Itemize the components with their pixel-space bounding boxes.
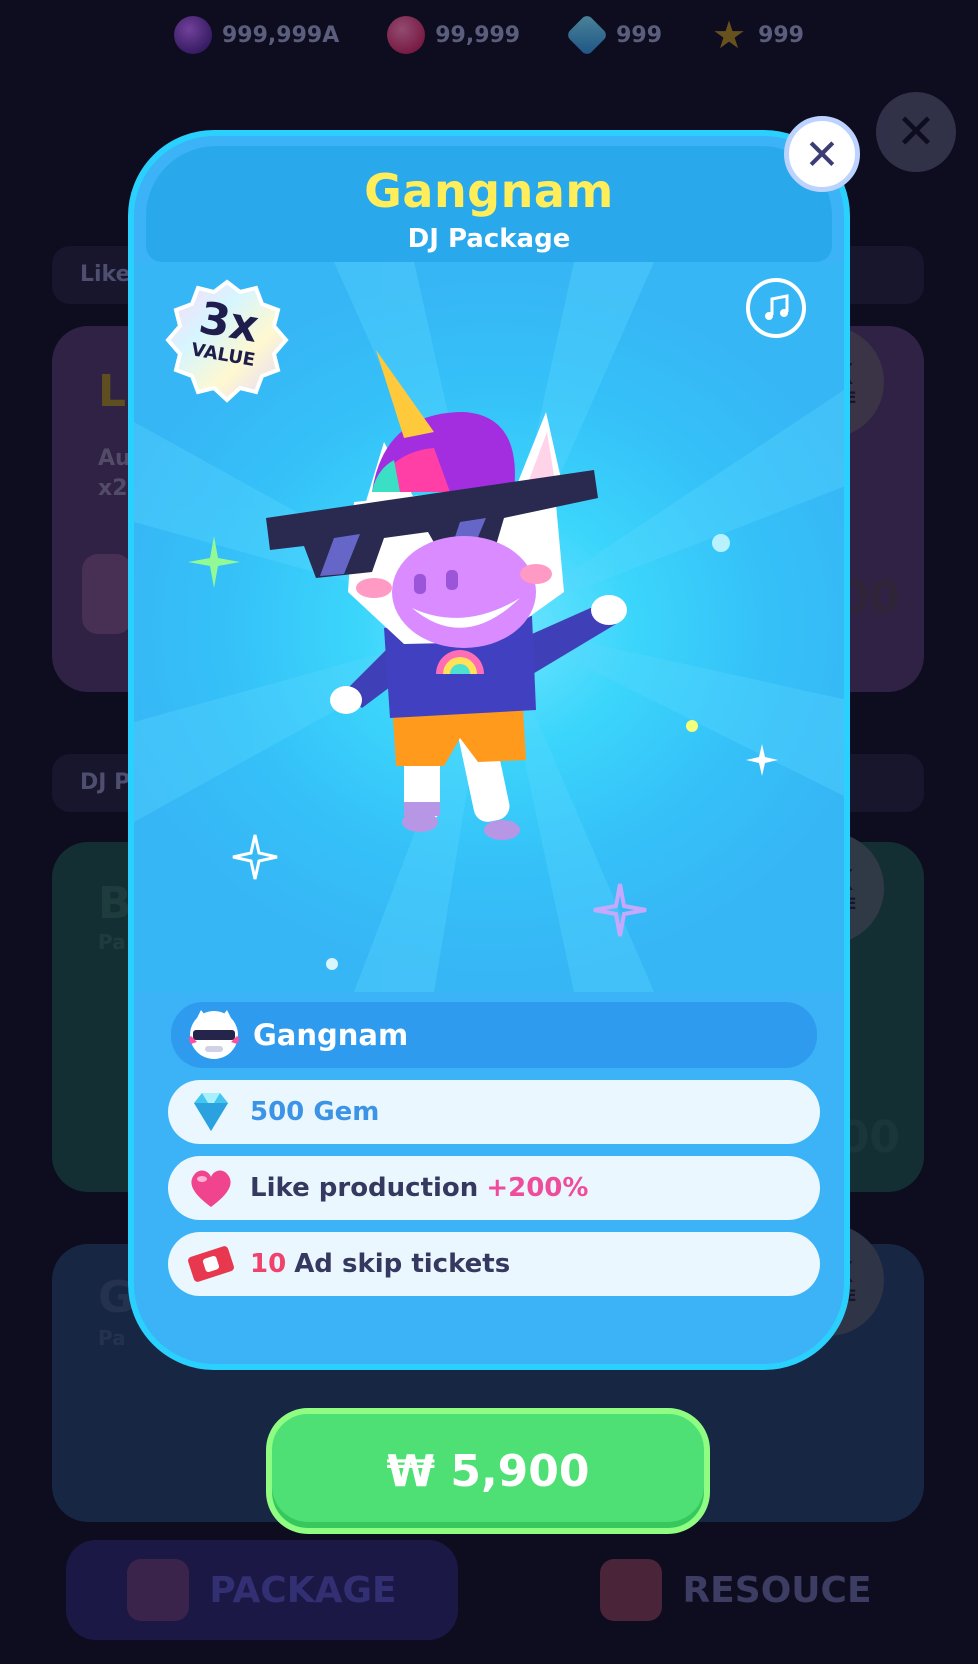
package-dialog: Gangnam DJ Package 3x VALUE Gangnam 500 … — [128, 130, 850, 1370]
value-badge: 3x VALUE — [162, 278, 292, 408]
card-title: L — [98, 366, 127, 417]
sparkle-icon — [593, 883, 647, 937]
tab-resource[interactable]: RESOUCE — [540, 1540, 932, 1640]
resource-gem: 999 — [565, 13, 663, 57]
gem-icon — [565, 13, 609, 57]
tab-package[interactable]: PACKAGE — [66, 1540, 458, 1640]
card-title: B — [98, 878, 132, 929]
tab-label: RESOUCE — [682, 1569, 872, 1611]
card-subtitle: Pa — [98, 930, 126, 954]
resource-bar: 999,999A 99,999 999 ★ 999 — [0, 13, 978, 57]
background-close-icon: ✕ — [876, 92, 956, 172]
list-item-ad-tickets: 10 Ad skip tickets — [168, 1232, 820, 1296]
orb-icon — [173, 16, 212, 54]
package-icon — [127, 1559, 190, 1621]
dialog-header: Gangnam DJ Package — [146, 146, 832, 262]
character-illustration — [266, 350, 627, 840]
heart-icon — [387, 16, 426, 54]
music-button[interactable] — [746, 278, 806, 338]
resource-value: 999 — [616, 22, 663, 48]
resource-value: 999,999A — [221, 22, 340, 48]
card-desc: Au x2 — [98, 446, 131, 501]
list-item-like-production: Like production +200% — [168, 1156, 820, 1220]
close-button[interactable]: ✕ — [784, 116, 860, 192]
heart-icon — [82, 554, 132, 634]
character-avatar-icon — [189, 1010, 239, 1059]
sparkle-dot — [686, 720, 698, 732]
resource-star: ★ 999 — [710, 16, 804, 54]
sparkle-dot — [326, 958, 338, 970]
buy-button[interactable]: ₩ 5,900 — [266, 1408, 710, 1534]
bottom-nav: PACKAGE RESOUCE — [0, 1522, 978, 1664]
card-subtitle: Pa — [98, 1326, 126, 1350]
music-note-icon — [765, 294, 789, 320]
gem-icon — [194, 1093, 228, 1131]
resource-orb: 999,999A — [173, 16, 340, 54]
star-icon: ★ — [712, 13, 747, 57]
shop-screen: 999,999A 99,999 999 ★ 999 ✕ Like L Au x2 … — [0, 0, 978, 1664]
list-item-gem: 500 Gem — [168, 1080, 820, 1144]
heart-icon — [191, 1170, 231, 1207]
like-bonus: +200% — [486, 1173, 589, 1203]
list-item-character: Gangnam — [171, 1002, 817, 1068]
ticket-label: Ad skip tickets — [294, 1249, 511, 1279]
like-label: Like production — [250, 1173, 479, 1203]
sparkle-icon — [746, 744, 778, 776]
bag-icon — [600, 1559, 663, 1621]
gem-amount: 500 Gem — [250, 1097, 380, 1127]
dialog-title: Gangnam — [364, 164, 614, 218]
character-name: Gangnam — [253, 1018, 409, 1052]
dialog-subtitle: DJ Package — [407, 224, 571, 254]
close-icon: ✕ — [804, 129, 840, 179]
sparkle-icon — [232, 834, 278, 880]
tab-label: PACKAGE — [209, 1569, 397, 1611]
ticket-count: 10 — [250, 1249, 287, 1279]
sparkle-icon — [188, 536, 240, 588]
resource-value: 999 — [758, 22, 804, 48]
package-contents: Gangnam 500 Gem Like production +200% 10… — [168, 1002, 820, 1308]
resource-value: 99,999 — [435, 22, 521, 48]
resource-heart: 99,999 — [387, 16, 520, 54]
ticket-icon — [188, 1246, 234, 1282]
sparkle-dot — [712, 534, 730, 552]
